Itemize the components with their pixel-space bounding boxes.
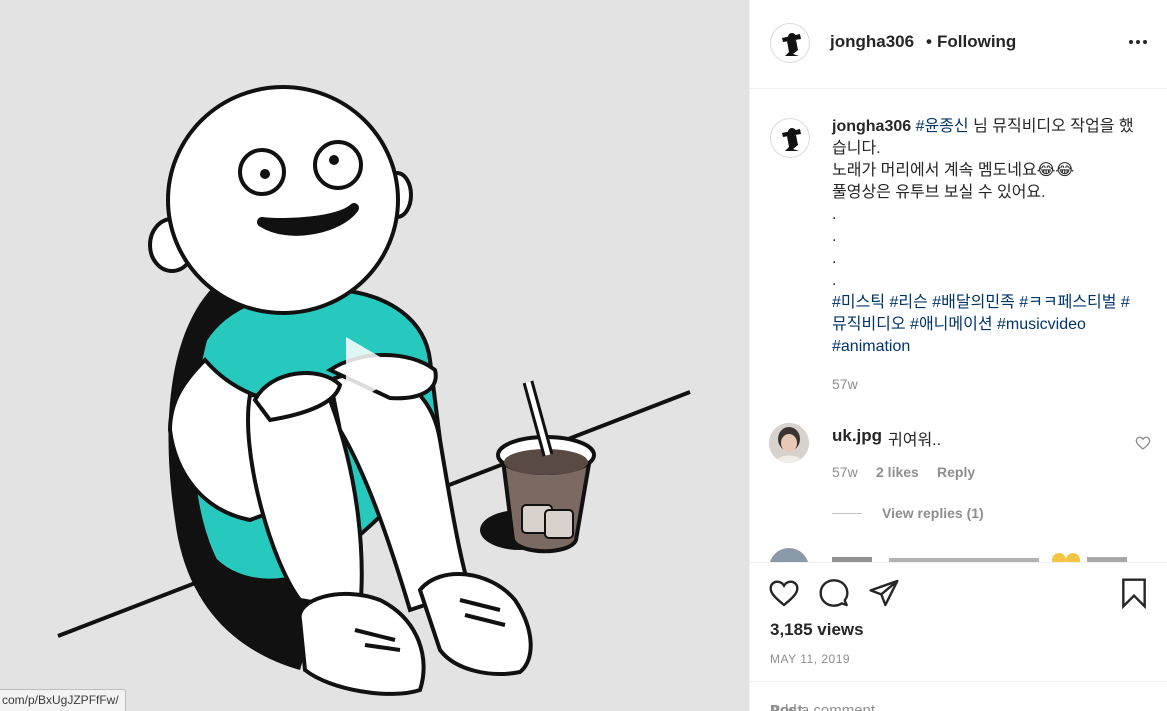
add-comment-bar: Add a comment… Post [750, 681, 1167, 711]
hashtag-link[interactable]: #윤종신 [916, 118, 969, 135]
header-separator: • [926, 32, 932, 51]
comment-likes[interactable]: 2 likes [876, 464, 919, 480]
next-comment-partial [769, 548, 1159, 562]
author-username[interactable]: jongha306 [830, 32, 914, 52]
share-send-icon[interactable] [868, 577, 900, 609]
save-bookmark-icon[interactable] [1118, 577, 1150, 610]
view-count[interactable]: 3,185 views [770, 620, 864, 640]
caption-username[interactable]: jongha306 [832, 118, 911, 135]
following-button[interactable]: Following [937, 32, 1016, 52]
caption-dot: . [832, 228, 837, 245]
caption-timestamp[interactable]: 57w [832, 376, 858, 392]
post-caption: jongha306 #윤종신 님 뮤직비디오 작업을 했 습니다. 노래가 머리… [832, 116, 1157, 358]
view-replies-divider [832, 513, 862, 514]
caption-dot: . [832, 250, 837, 267]
caption-line-1: jongha306 #윤종신 님 뮤직비디오 작업을 했 [832, 116, 1157, 138]
post-details-panel: jongha306 • Following jongha306 #윤종신 님 뮤… [749, 0, 1167, 711]
commenter-username[interactable]: uk.jpg [832, 426, 882, 446]
caption-text: 님 뮤직비디오 작업을 했 [968, 118, 1134, 135]
like-heart-icon[interactable] [768, 577, 800, 609]
status-url-tooltip: com/p/BxUgJZPFfFw/ [0, 689, 126, 711]
caption-dot: . [832, 272, 837, 289]
post-comment-button[interactable]: Post [770, 702, 803, 711]
hashtags-line-3[interactable]: #animation [832, 336, 1157, 358]
comment-timestamp[interactable]: 57w [832, 464, 858, 480]
caption-author-avatar-image [782, 128, 801, 151]
post-actions: 3,185 views MAY 11, 2019 Add a comment… … [750, 562, 1167, 711]
post-header: jongha306 • Following [750, 0, 1167, 89]
caption-author-avatar[interactable] [770, 118, 810, 158]
author-avatar-image [782, 33, 801, 56]
post-date[interactable]: MAY 11, 2019 [770, 652, 850, 666]
comment-text: 귀여워.. [888, 432, 942, 449]
commenter-avatar-image [769, 423, 809, 463]
hashtags-line-1[interactable]: #미스틱 #리슨 #배달의민족 #ㅋㅋ페스티벌 # [832, 292, 1157, 314]
comment-bubble-icon[interactable] [818, 577, 850, 609]
caption-line-2: 습니다. [832, 140, 881, 157]
author-avatar[interactable] [770, 23, 810, 63]
comment-heart-icon[interactable] [1135, 435, 1151, 451]
caption-line-4: 풀영상은 유투브 보실 수 있어요. [832, 184, 1046, 201]
play-icon[interactable] [340, 333, 410, 411]
more-horizontal-icon[interactable] [1126, 30, 1150, 54]
post-modal: com/p/BxUgJZPFfFw/ jongha306 • Following [0, 0, 1167, 711]
hashtags-line-2[interactable]: 뮤직비디오 #애니메이션 #musicvideo [832, 314, 1157, 336]
reply-button[interactable]: Reply [937, 464, 975, 480]
video-player[interactable]: com/p/BxUgJZPFfFw/ [0, 0, 749, 711]
view-replies-button[interactable]: View replies (1) [882, 505, 984, 521]
caption-dot: . [832, 206, 837, 223]
commenter-avatar[interactable] [769, 423, 809, 463]
caption-line-3: 노래가 머리에서 계속 멤도네요😂😂 [832, 162, 1075, 179]
